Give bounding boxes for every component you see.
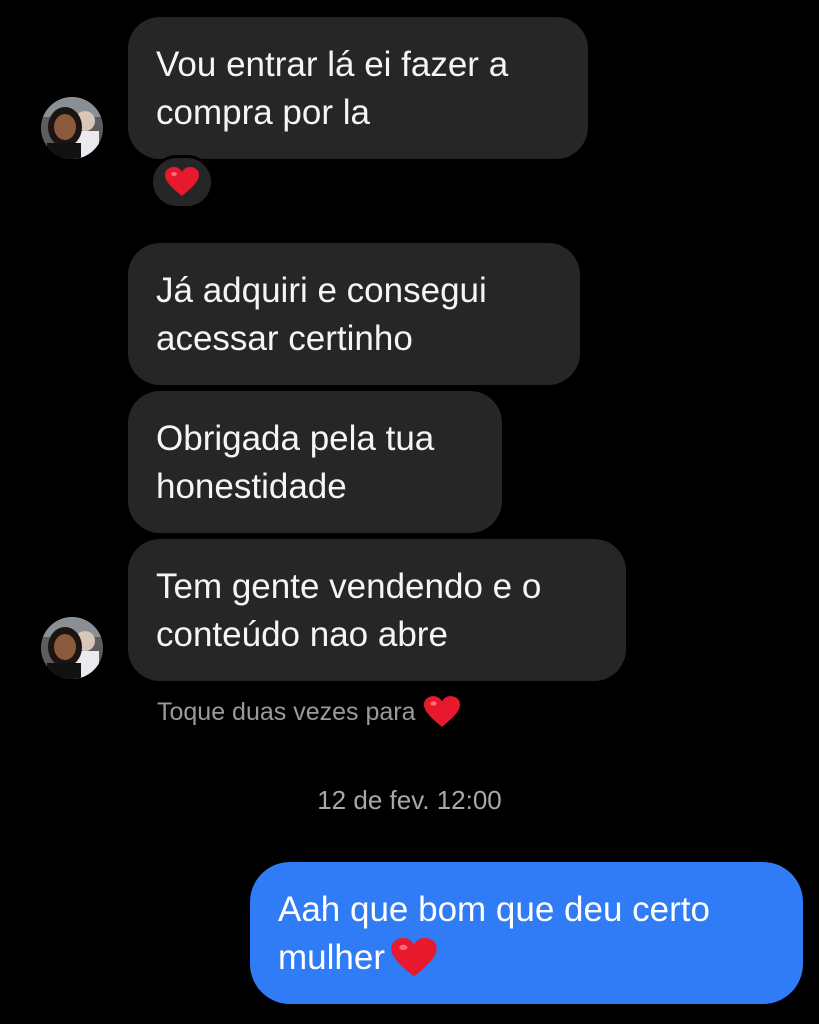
contact-avatar[interactable]	[41, 97, 103, 159]
message-line: Vou entrar lá ei fazer a	[156, 45, 509, 84]
heart-icon	[423, 696, 460, 727]
avatar-photo-icon	[41, 617, 103, 679]
message-line: Obrigada pela tua	[156, 419, 435, 458]
message-reaction[interactable]	[150, 155, 214, 209]
heart-icon	[391, 938, 437, 977]
message-line: Tem gente vendendo e o	[156, 567, 542, 606]
contact-avatar[interactable]	[41, 617, 103, 679]
heart-icon	[165, 167, 199, 196]
received-message[interactable]: Vou entrar lá ei fazer a compra por la	[128, 17, 588, 159]
message-line: mulher	[278, 938, 385, 977]
received-message[interactable]: Obrigada pela tua honestidade	[128, 391, 502, 533]
received-message[interactable]: Já adquiri e consegui acessar certinho	[128, 243, 580, 385]
hint-text: Toque duas vezes para	[157, 698, 416, 726]
message-line: honestidade	[156, 467, 347, 506]
message-line: acessar certinho	[156, 319, 413, 358]
message-line: Aah que bom que deu certo	[278, 890, 710, 929]
message-line: compra por la	[156, 93, 370, 132]
message-line: conteúdo nao abre	[156, 615, 448, 654]
message-timestamp: 12 de fev. 12:00	[317, 785, 502, 815]
sent-message[interactable]: Aah que bom que deu certo mulher	[250, 862, 803, 1004]
double-tap-hint: Toque duas vezes para	[157, 692, 460, 732]
received-message[interactable]: Tem gente vendendo e o conteúdo nao abre	[128, 539, 626, 681]
message-line: Já adquiri e consegui	[156, 271, 487, 310]
avatar-photo-icon	[41, 97, 103, 159]
